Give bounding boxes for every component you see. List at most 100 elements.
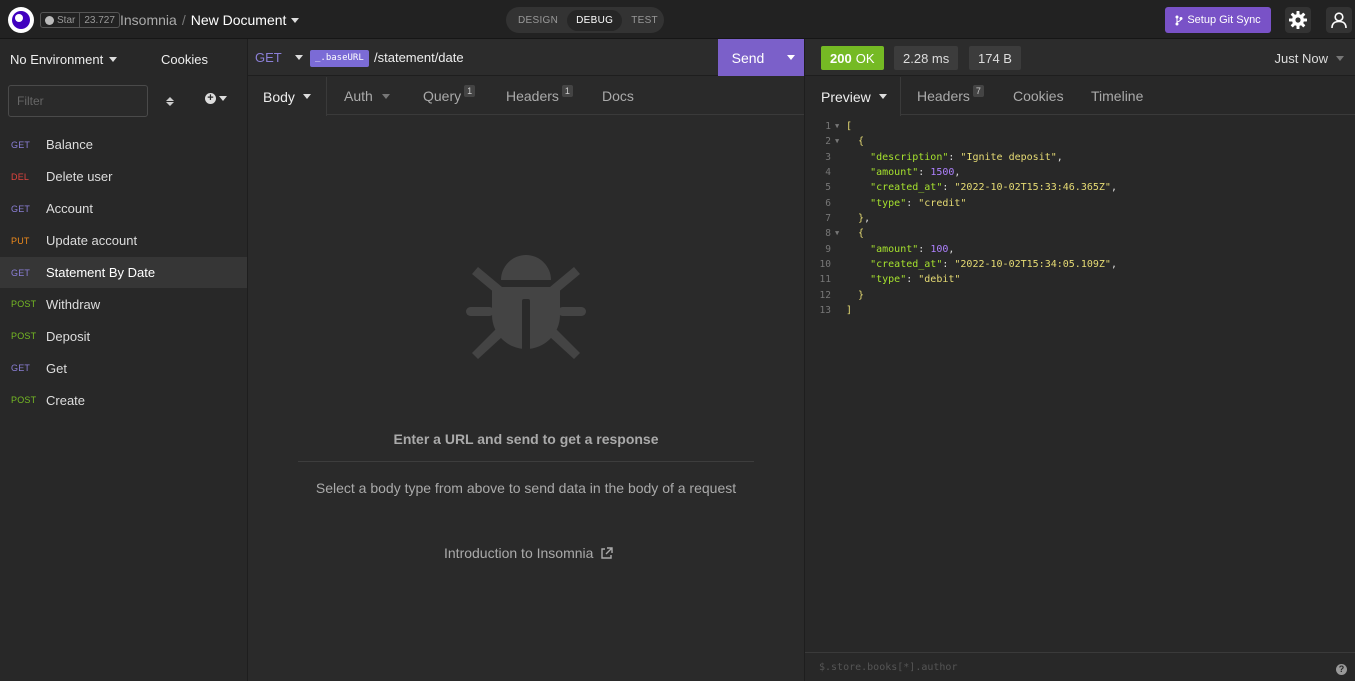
account-button[interactable]	[1326, 7, 1352, 33]
code-text: "type": "debit"	[870, 274, 961, 286]
line-number: 1	[825, 121, 831, 132]
sort-button[interactable]	[160, 91, 180, 111]
environment-selector[interactable]: No Environment	[10, 52, 118, 67]
empty-state-title: Enter a URL and send to get a response	[393, 431, 659, 447]
tab-response-cookies-label: Cookies	[1013, 88, 1064, 104]
request-name: Statement By Date	[46, 265, 156, 280]
code-text: }	[858, 289, 865, 301]
sort-up-icon	[166, 96, 174, 101]
response-size-badge: 174 B	[969, 46, 1021, 70]
request-item[interactable]: POST Withdraw	[0, 288, 247, 320]
send-options-button[interactable]	[778, 39, 804, 76]
setup-git-sync-button[interactable]: Setup Git Sync	[1165, 7, 1271, 33]
add-request-button[interactable]: +	[205, 93, 227, 104]
line-number: 10	[819, 259, 831, 271]
tab-response-headers[interactable]: Headers 7	[917, 77, 984, 115]
tab-timeline[interactable]: Timeline	[1091, 77, 1143, 115]
preview-chevron-down-icon	[878, 94, 887, 99]
cookies-button[interactable]: Cookies	[161, 52, 208, 67]
request-item[interactable]: GET Balance	[0, 129, 247, 161]
tab-headers[interactable]: Headers 1	[506, 77, 573, 115]
code-line: 13]	[805, 303, 1355, 318]
tab-preview[interactable]: Preview	[805, 77, 901, 116]
introduction-link[interactable]: Introduction to Insomnia	[444, 545, 614, 561]
git-sync-label: Setup Git Sync	[1187, 14, 1261, 26]
tab-docs[interactable]: Docs	[602, 77, 634, 115]
code-text: {	[858, 136, 865, 148]
base-url-variable-tag[interactable]: _.baseURL	[310, 50, 369, 67]
tab-auth-label: Auth	[344, 88, 373, 104]
request-method-badge: GET	[11, 267, 31, 278]
status-text: OK	[855, 50, 875, 66]
request-item[interactable]: POST Deposit	[0, 320, 247, 352]
fold-chevron-icon[interactable]: ▼	[835, 134, 839, 149]
user-icon	[1331, 12, 1347, 29]
code-text: "type": "credit"	[870, 197, 967, 209]
introduction-link-label: Introduction to Insomnia	[444, 545, 594, 561]
history-chevron-down-icon	[1336, 56, 1344, 61]
insomnia-logo-icon[interactable]	[8, 7, 34, 33]
request-body-empty-state: Enter a URL and send to get a response S…	[248, 116, 804, 681]
response-status-bar: 200 OK 2.28 ms 174 B Just Now	[805, 39, 1355, 76]
tab-response-cookies[interactable]: Cookies	[1013, 77, 1064, 115]
sidebar: No Environment Cookies + GET Balance DEL De…	[0, 39, 248, 681]
code-line: 7 },	[805, 211, 1355, 226]
line-number: 12	[819, 289, 831, 301]
send-button[interactable]: Send	[718, 39, 804, 76]
response-pane: 200 OK 2.28 ms 174 B Just Now Preview He…	[804, 39, 1355, 681]
request-item[interactable]: GET Get	[0, 352, 247, 384]
code-line: 6 "type": "credit"	[805, 196, 1355, 211]
add-chevron-down-icon	[219, 96, 227, 101]
code-text: {	[858, 228, 865, 240]
code-text: },	[858, 213, 871, 225]
request-item[interactable]: DEL Delete user	[0, 161, 247, 193]
request-name: Deposit	[46, 328, 91, 344]
breadcrumb-document[interactable]: New Document	[191, 12, 287, 28]
fold-chevron-icon[interactable]: ▼	[835, 119, 839, 134]
request-item[interactable]: GET Account	[0, 193, 247, 225]
mode-switcher: DESIGN DEBUG TEST	[506, 7, 664, 33]
mode-debug[interactable]: DEBUG	[567, 9, 623, 31]
line-number: 2	[825, 136, 831, 148]
tab-auth[interactable]: Auth	[344, 77, 390, 115]
sort-down-icon	[166, 101, 174, 106]
tab-query[interactable]: Query 1	[423, 77, 476, 115]
mode-test[interactable]: TEST	[622, 10, 667, 31]
request-name: Create	[46, 392, 86, 408]
preferences-button[interactable]	[1285, 7, 1311, 33]
fold-chevron-icon[interactable]: ▼	[835, 226, 839, 241]
tab-timeline-label: Timeline	[1091, 88, 1144, 104]
response-json-viewer[interactable]: 1 ▼ [2 ▼ {3 "description": "Ignite deposit"…	[805, 119, 1355, 318]
request-filter-input[interactable]	[8, 85, 148, 117]
gear-icon	[1289, 11, 1307, 29]
github-icon	[45, 15, 54, 25]
document-chevron-down-icon[interactable]	[291, 17, 300, 23]
response-filter-bar: ?	[805, 652, 1355, 681]
bug-icon	[466, 255, 586, 359]
tab-body[interactable]: Body	[248, 77, 327, 116]
code-line: 10 "created_at": "2022-10-02T15:34:05.10…	[805, 257, 1355, 272]
help-icon[interactable]: ?	[1336, 664, 1347, 675]
response-tabs: Preview Headers 7 Cookies Timeline	[805, 77, 1355, 116]
method-selector[interactable]: GET	[255, 50, 282, 65]
request-method-badge: GET	[11, 363, 31, 374]
top-bar: Star 23.727 Insomnia / New Document DESI…	[0, 0, 1355, 39]
code-text: "created_at": "2022-10-02T15:33:46.365Z"…	[870, 182, 1117, 194]
code-line: 4 "amount": 1500,	[805, 165, 1355, 180]
breadcrumb-project[interactable]: Insomnia	[120, 12, 177, 28]
line-number: 6	[825, 197, 831, 209]
status-badge: 200 OK	[821, 46, 884, 70]
method-chevron-down-icon[interactable]	[295, 55, 303, 60]
code-text: "amount": 100,	[870, 243, 955, 255]
response-filter-input[interactable]	[819, 662, 1299, 673]
url-input[interactable]: /statement/date	[374, 50, 464, 65]
mode-design[interactable]: DESIGN	[509, 10, 567, 31]
request-item[interactable]: GET Statement By Date	[0, 256, 247, 289]
request-item[interactable]: POST Create	[0, 384, 247, 416]
query-count-badge: 1	[464, 85, 476, 97]
response-history-dropdown[interactable]: Just Now	[1275, 51, 1344, 66]
line-number: 3	[825, 151, 831, 163]
request-method-badge: DEL	[11, 171, 30, 182]
github-star-badge[interactable]: Star 23.727	[40, 12, 120, 28]
request-item[interactable]: PUT Update account	[0, 225, 247, 257]
